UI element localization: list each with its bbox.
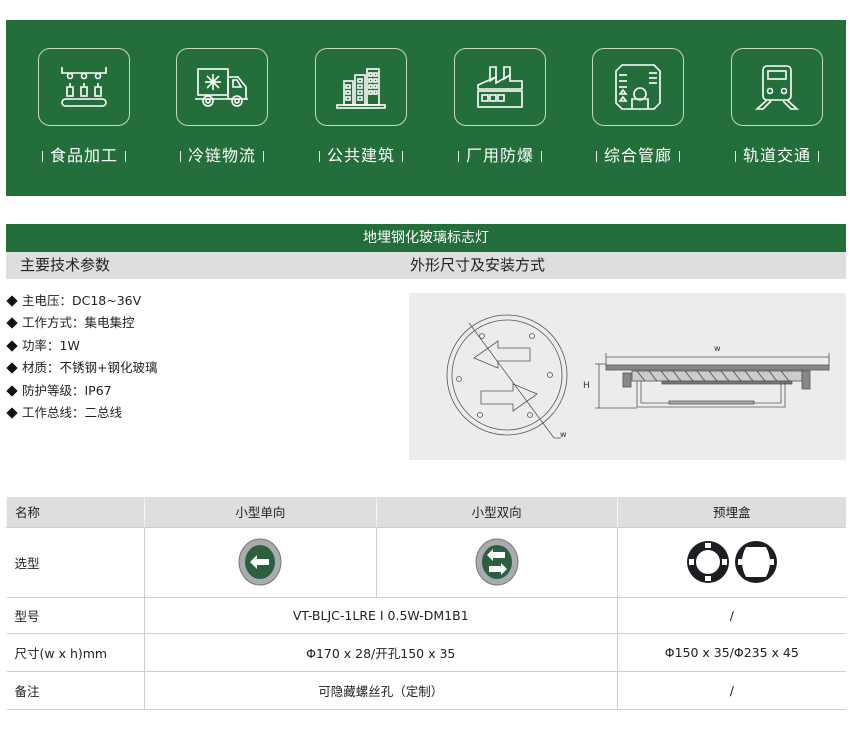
app-public-buildings[interactable]: 公共建筑 [315,48,407,165]
spec-item: 功率：1W [6,335,157,357]
row-label: 选型 [6,527,145,598]
width-label: w [714,344,721,353]
table-row: 型号 VT-BLJC-1LRE I 0.5W-DM1B1 / [6,597,846,634]
section-headings: 主要技术参数 外形尺寸及安装方式 [6,252,846,279]
cell-box-image [616,527,846,598]
app-tile [454,48,546,126]
single-direction-arrow-light-image [238,538,282,586]
diamond-bullet-icon [6,384,18,397]
product-title: 地埋钢化玻璃标志灯 [6,224,846,252]
app-food-processing[interactable]: 食品加工 [38,48,130,165]
application-banner: 食品加工 冷链物流 公共建筑 厂用防爆 综合管廊 轨道交通 [6,20,846,196]
app-label: 冷链物流 [156,142,288,166]
cell-box-remark: / [616,671,846,710]
spec-item: 防护等级：IP67 [6,380,157,402]
app-tile [592,48,684,126]
train-icon [754,65,800,110]
diamond-bullet-icon [6,362,18,374]
cell-size: Φ170 x 28/开孔150 x 35 [143,633,618,672]
table-row: 尺寸(w x h)mm Φ170 x 28/开孔150 x 35 Φ150 x … [6,633,846,672]
height-label: H [583,381,590,391]
header-double: 小型双向 [375,497,618,528]
app-tile [38,48,130,126]
table-row: 备注 可隐藏螺丝孔（定制） / [6,671,846,710]
table-row: 选型 [6,527,846,598]
row-label: 型号 [6,597,145,634]
table-header-row: 名称 小型单向 小型双向 预埋盒 [6,497,846,528]
app-tile [731,48,823,126]
app-cold-chain[interactable]: 冷链物流 [176,48,268,165]
app-tile [315,48,407,126]
diamond-bullet-icon [6,407,18,419]
row-label: 备注 [6,671,145,710]
refrigerated-truck-icon [195,68,248,107]
double-direction-arrow-light-image [475,538,519,586]
header-name: 名称 [6,497,145,528]
row-label: 尺寸(w x h)mm [6,633,145,672]
product-table: 名称 小型单向 小型双向 预埋盒 选型 型号 VT-BLJC-1LRE I 0.… [6,497,846,710]
factory-icon [477,66,523,108]
spec-item: 工作方式：集电集控 [6,312,157,334]
header-single: 小型单向 [143,497,377,528]
cell-single-image [143,527,377,598]
cell-model: VT-BLJC-1LRE I 0.5W-DM1B1 [143,597,618,634]
diamond-bullet-icon [6,295,18,307]
cell-double-image [375,527,618,598]
app-label: 公共建筑 [295,142,427,166]
app-utility-tunnel[interactable]: 综合管廊 [592,48,684,165]
header-box: 预埋盒 [616,497,846,528]
top-view [446,314,568,439]
diamond-bullet-icon [6,340,18,352]
spec-item: 主电压：DC18~36V [6,290,157,312]
utility-tunnel-icon [615,64,661,110]
diag-width-label: w [560,430,567,439]
installation-diagram: w w H [446,314,830,439]
cell-box-model: / [616,597,846,634]
app-label: 轨道交通 [711,142,843,166]
public-buildings-icon [336,68,386,109]
app-label: 厂用防爆 [434,142,566,166]
cell-box-size: Φ150 x 35/Φ235 x 45 [616,633,846,672]
app-rail-transit[interactable]: 轨道交通 [731,48,823,165]
specs-heading: 主要技术参数 [20,256,111,274]
food-processing-conveyor-icon [61,67,107,107]
side-view [595,353,830,409]
cell-remark: 可隐藏螺丝孔（定制） [143,671,618,710]
embedded-box-rings-image [686,541,777,583]
dimension-drawing: w w H [409,293,846,460]
diamond-bullet-icon [6,317,18,330]
drawing-heading: 外形尺寸及安装方式 [410,256,546,274]
spec-item: 材质：不锈钢+钢化玻璃 [6,357,157,379]
app-factory-explosion-proof[interactable]: 厂用防爆 [454,48,546,165]
app-tile [176,48,268,126]
app-label: 综合管廊 [572,142,704,166]
app-label: 食品加工 [18,142,150,166]
spec-item: 工作总线：二总线 [6,402,157,424]
specs-list: 主电压：DC18~36V 工作方式：集电集控 功率：1W 材质：不锈钢+钢化玻璃… [6,290,157,424]
